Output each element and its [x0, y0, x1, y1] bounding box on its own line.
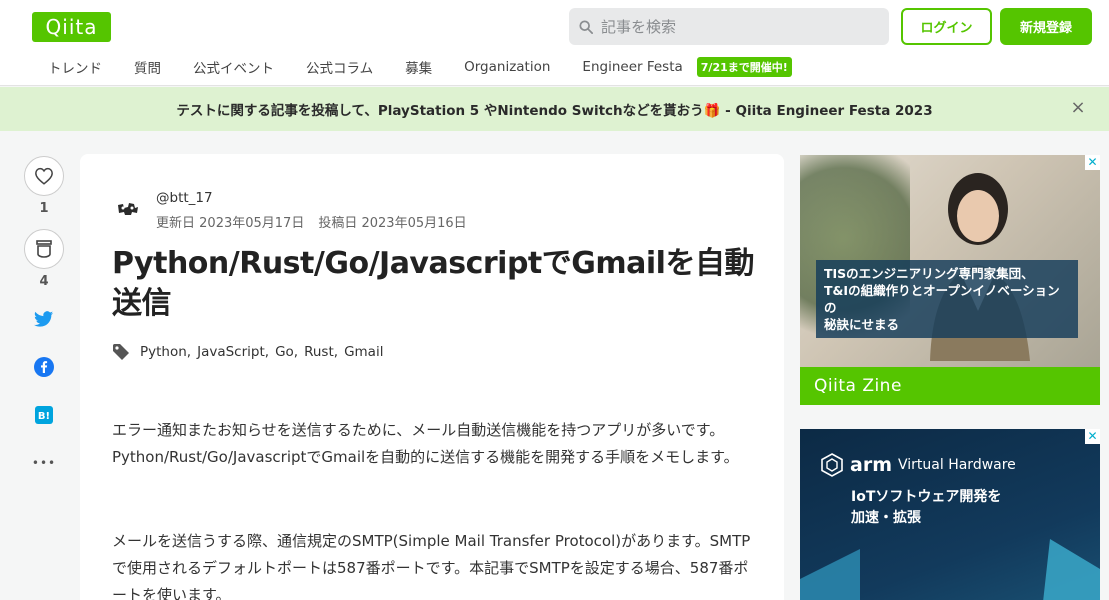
tag-icon — [113, 344, 129, 360]
festa-badge: 7/21まで開催中! — [696, 57, 792, 77]
ad-headline-line: IoTソフトウェア開発を — [851, 489, 1002, 505]
ad-caption-line: 秘訣にせまる — [824, 317, 900, 332]
nav-item-recruitment[interactable]: 募集 — [389, 57, 448, 77]
ad-caption-line: T&Iの組織作りとオープンイノベーションの — [824, 283, 1060, 315]
nav-item-trend[interactable]: トレンド — [32, 57, 118, 77]
arm-hex-icon — [821, 453, 843, 477]
article-dates: 更新日 2023年05月17日 投稿日 2023年05月16日 — [156, 212, 467, 231]
tag-rust[interactable]: Rust — [304, 344, 334, 360]
hatena-share[interactable]: B! — [24, 404, 64, 426]
updated-label: 更新日 — [156, 216, 196, 231]
ad-close-icon[interactable]: ✕ — [1085, 155, 1100, 170]
search-input[interactable] — [601, 17, 871, 36]
nav-item-questions[interactable]: 質問 — [118, 57, 177, 77]
main-nav: トレンド 質問 公式イベント 公式コラム 募集 Organization Eng… — [32, 55, 792, 79]
posted-date: 投稿日 2023年05月16日 — [318, 212, 466, 231]
posted-label: 投稿日 — [318, 216, 358, 231]
arm-logo-text: arm — [850, 454, 892, 476]
tag-list: Python, JavaScript, Go, Rust, Gmail — [112, 343, 383, 361]
qiita-logo[interactable]: Qiita — [32, 12, 111, 42]
stock-count: 4 — [39, 274, 49, 289]
login-button[interactable]: ログイン — [901, 8, 992, 45]
site-header: Qiita ログイン 新規登録 トレンド 質問 公式イベント 公式コラム 募集 … — [0, 0, 1109, 86]
ad-footer: Qiita Zine — [800, 367, 1100, 405]
updated-date: 更新日 2023年05月17日 — [156, 212, 304, 231]
ad-caption: TISのエンジニアリング専門家集団、 T&Iの組織作りとオープンイノベーションの… — [816, 260, 1078, 338]
twitter-icon — [34, 310, 54, 327]
nav-item-organization[interactable]: Organization — [448, 59, 566, 75]
ad-arm-virtual-hardware[interactable]: arm Virtual Hardware IoTソフトウェア開発を 加速・拡張 … — [800, 429, 1100, 600]
signup-button[interactable]: 新規登録 — [1000, 8, 1092, 45]
article-actions: 1 4 B! ••• — [24, 156, 64, 474]
facebook-icon — [34, 357, 54, 377]
twitter-share[interactable] — [24, 308, 64, 330]
nav-item-official-columns[interactable]: 公式コラム — [290, 57, 389, 77]
article-paragraph: エラー通知またお知らせを送信するために、メール自動送信機能を持つアプリが多いです… — [112, 421, 739, 466]
stock-icon — [36, 240, 52, 258]
nav-item-official-events[interactable]: 公式イベント — [177, 57, 290, 77]
hatena-bookmark-icon: B! — [35, 406, 53, 424]
arm-brand: arm Virtual Hardware — [820, 453, 1016, 477]
announcement-banner: テストに関する記事を投稿して、PlayStation 5 やNintendo S… — [0, 87, 1109, 131]
search-icon — [579, 19, 593, 34]
author-avatar[interactable] — [115, 196, 141, 222]
updated-date-value: 2023年05月17日 — [199, 216, 305, 231]
tag-go[interactable]: Go — [275, 344, 294, 360]
article-paragraph: メールを送信うする際、通信規定のSMTP(Simple Mail Transfe… — [112, 532, 751, 600]
banner-text[interactable]: テストに関する記事を投稿して、PlayStation 5 やNintendo S… — [176, 99, 932, 119]
tag-python[interactable]: Python — [140, 344, 187, 360]
search-box[interactable] — [569, 8, 889, 45]
ad-headline-line: 加速・拡張 — [851, 510, 921, 526]
like-button[interactable] — [24, 156, 64, 196]
more-options[interactable]: ••• — [24, 452, 64, 474]
arm-product-name: Virtual Hardware — [898, 457, 1016, 473]
like-count: 1 — [39, 201, 49, 216]
author-name[interactable]: @btt_17 — [156, 190, 213, 206]
facebook-share[interactable] — [24, 356, 64, 378]
stock-button[interactable] — [24, 229, 64, 269]
more-icon: ••• — [31, 456, 57, 470]
svg-text:B!: B! — [38, 411, 50, 422]
heart-icon — [35, 167, 53, 185]
tag-gmail[interactable]: Gmail — [344, 344, 383, 360]
nav-item-engineer-festa[interactable]: Engineer Festa — [566, 59, 698, 75]
ad-close-icon[interactable]: ✕ — [1085, 429, 1100, 444]
close-icon[interactable]: × — [1069, 99, 1087, 117]
ad-caption-line: TISのエンジニアリング専門家集団、 — [824, 266, 1034, 281]
ad-qiita-zine[interactable]: TISのエンジニアリング専門家集団、 T&Iの組織作りとオープンイノベーションの… — [800, 155, 1100, 405]
article-title: Python/Rust/Go/JavascriptでGmailを自動送信 — [112, 246, 754, 321]
ad-headline: IoTソフトウェア開発を 加速・拡張 — [851, 487, 1001, 529]
tag-javascript[interactable]: JavaScript — [197, 344, 265, 360]
article-card: @btt_17 更新日 2023年05月17日 投稿日 2023年05月16日 … — [80, 154, 784, 600]
wave-graphic — [800, 539, 1100, 600]
posted-date-value: 2023年05月16日 — [361, 216, 467, 231]
